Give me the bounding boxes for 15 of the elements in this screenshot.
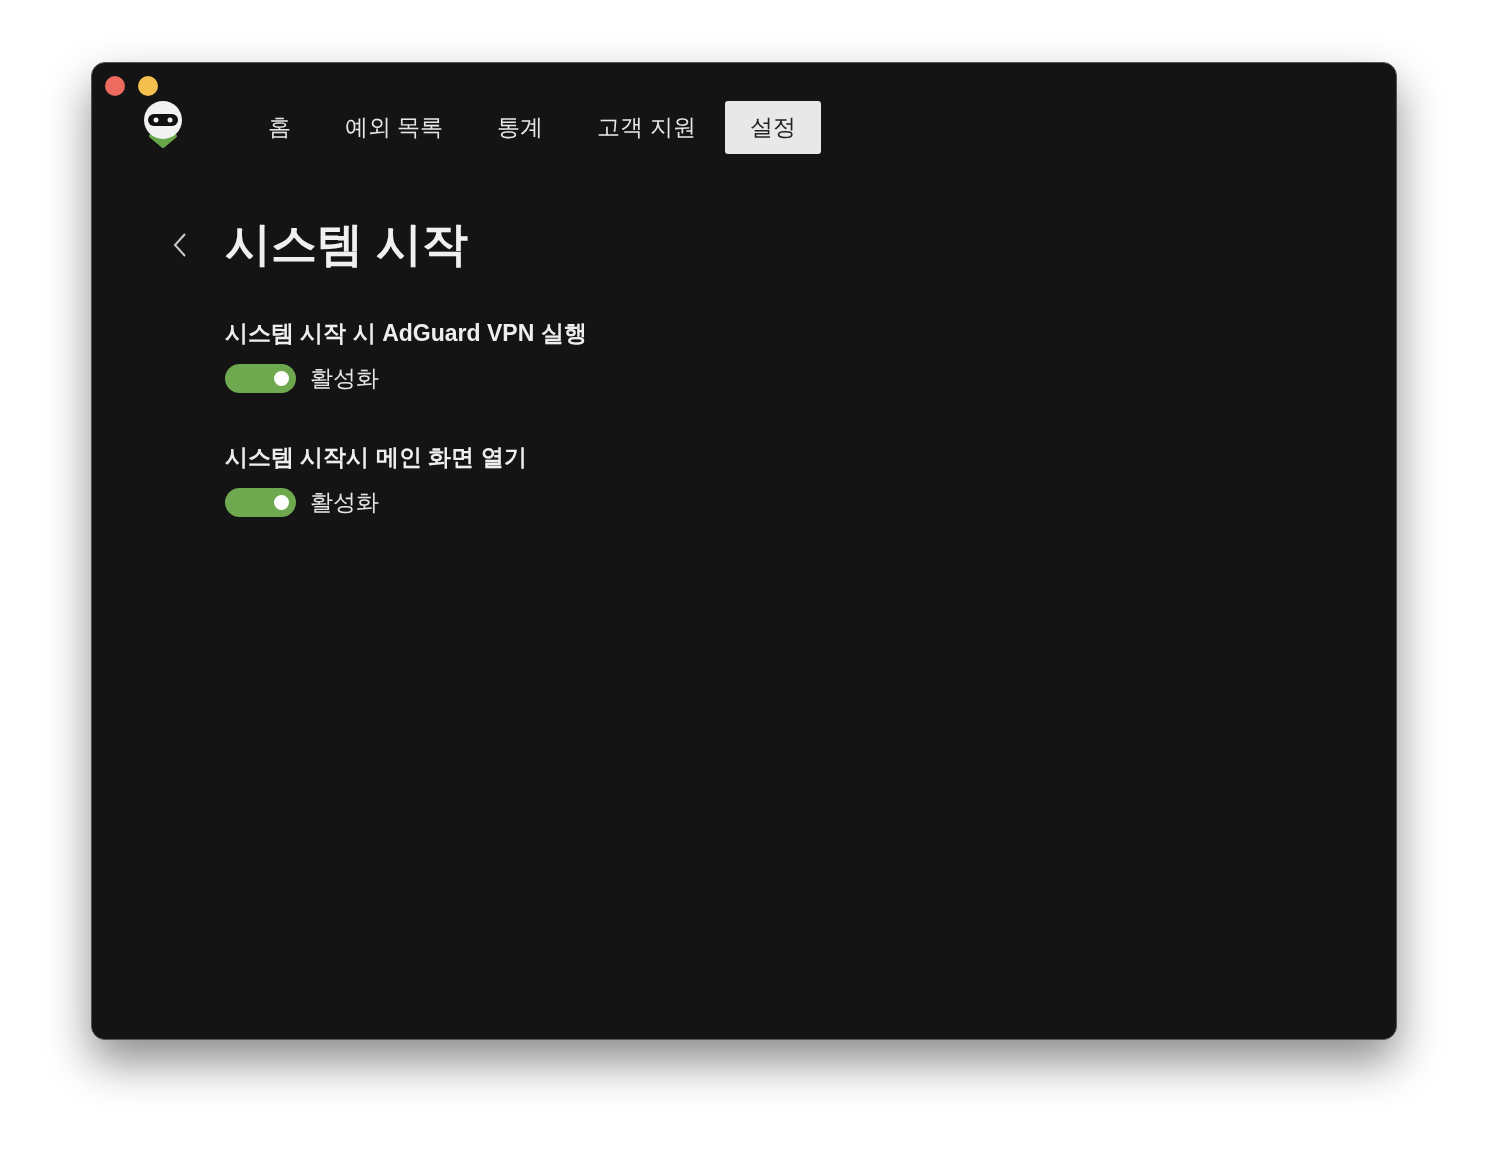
setting-title: 시스템 시작 시 AdGuard VPN 실행 [225, 319, 588, 348]
toggle-switch[interactable] [225, 488, 296, 517]
nav-tab[interactable]: 예외 목록 [320, 100, 469, 154]
nav-tab[interactable]: 고객 지원 [572, 100, 721, 154]
back-chevron-icon[interactable] [173, 232, 187, 258]
window-minimize-button[interactable] [138, 76, 158, 96]
nav-tab[interactable]: 통계 [472, 100, 569, 154]
nav-tab[interactable]: 홈 [243, 100, 316, 154]
setting-title: 시스템 시작시 메인 화면 열기 [225, 443, 528, 472]
toggle-switch[interactable] [225, 364, 296, 393]
nav-tab[interactable]: 설정 [724, 100, 821, 154]
toggle-label: 활성화 [310, 488, 379, 517]
toggle-label: 활성화 [310, 364, 379, 393]
window-close-button[interactable] [105, 76, 125, 96]
page-title: 시스템 시작 [225, 217, 468, 272]
